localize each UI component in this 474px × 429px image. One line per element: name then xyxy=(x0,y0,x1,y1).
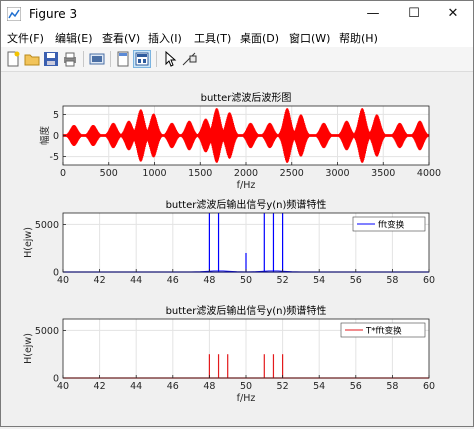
chart-1: 0 500 1000 1500 2000 2500 3000 3500 4000-505butt… xyxy=(39,91,441,191)
x-tick-label: 60 xyxy=(423,275,435,286)
x-tick-label: 500 xyxy=(100,168,118,179)
menu-bar: 文件(F) 编辑(E) 查看(V) 插入(I) 工具(T) 桌面(D) 窗口(W… xyxy=(1,27,473,47)
title-bar[interactable]: Figure 3 — ☐ ✕ xyxy=(1,1,473,27)
menu-desktop[interactable]: 桌面(D) xyxy=(240,30,279,46)
figure-window: Figure 3 — ☐ ✕ 文件(F) 编辑(E) 查看(V) 插入(I) 工… xyxy=(0,0,474,427)
y-tick-label: 5000 xyxy=(35,220,59,231)
menu-view[interactable]: 查看(V) xyxy=(102,30,140,46)
x-tick-label: 58 xyxy=(386,381,398,392)
matlab-figure-icon xyxy=(7,7,21,21)
minimize-button[interactable]: — xyxy=(353,1,393,27)
x-tick-label: 54 xyxy=(313,275,325,286)
y-tick-label: 5 xyxy=(53,110,59,121)
dock-icon[interactable] xyxy=(114,50,132,68)
x-tick-label: 48 xyxy=(203,275,215,286)
x-tick-label: 3000 xyxy=(325,168,349,179)
x-tick-label: 60 xyxy=(423,381,435,392)
y-axis-label: H(ejw) xyxy=(23,333,34,364)
x-tick-label: 4000 xyxy=(417,168,441,179)
y-axis-label: H(ejw) xyxy=(23,227,34,258)
plots-svg: 0 500 1000 1500 2000 2500 3000 3500 4000-505butt… xyxy=(23,91,441,404)
toolbar xyxy=(1,47,473,72)
x-tick-label: 46 xyxy=(167,275,179,286)
menu-edit[interactable]: 编辑(E) xyxy=(55,30,93,46)
x-tick-label: 44 xyxy=(130,275,142,286)
x-tick-label: 52 xyxy=(277,275,289,286)
save-icon[interactable] xyxy=(42,50,60,68)
menu-insert[interactable]: 插入(I) xyxy=(148,30,182,46)
x-tick-label: 0 xyxy=(60,168,66,179)
x-tick-label: 52 xyxy=(277,381,289,392)
figure-canvas: 0 500 1000 1500 2000 2500 3000 3500 4000 -5 0 5 butt… xyxy=(1,72,473,426)
x-axis-label: f/Hz xyxy=(237,180,256,191)
x-tick-label: 54 xyxy=(313,381,325,392)
x-tick-label: 2000 xyxy=(234,168,258,179)
x-tick-label: 1500 xyxy=(188,168,212,179)
data-cursor-icon[interactable] xyxy=(180,50,198,68)
chart-title: butter滤波后输出信号y(n)频谱特性 xyxy=(166,304,327,317)
link-icon[interactable] xyxy=(88,50,106,68)
toolbar-separator xyxy=(83,51,84,67)
x-tick-label: 42 xyxy=(94,275,106,286)
legend: fft变换 xyxy=(352,216,426,232)
x-tick-label: 44 xyxy=(130,381,142,392)
x-tick-label: 46 xyxy=(167,381,179,392)
x-tick-label: 50 xyxy=(240,275,252,286)
x-tick-label: 48 xyxy=(203,381,215,392)
chart-title: butter滤波后输出信号y(n)频谱特性 xyxy=(166,198,327,211)
open-file-icon[interactable] xyxy=(23,50,41,68)
legend-label: T*fft变换 xyxy=(365,326,402,337)
chart-title: butter滤波后波形图 xyxy=(201,91,292,104)
menu-tools[interactable]: 工具(T) xyxy=(194,30,231,46)
y-tick-label: 0 xyxy=(53,374,59,385)
x-tick-label: 56 xyxy=(350,275,362,286)
x-tick-label: 1000 xyxy=(142,168,166,179)
toolbar-separator xyxy=(156,51,157,67)
x-tick-label: 42 xyxy=(94,381,106,392)
y-tick-label: 5000 xyxy=(35,326,59,337)
legend-label: fft变换 xyxy=(378,220,405,231)
pointer-icon[interactable] xyxy=(161,50,179,68)
menu-window[interactable]: 窗口(W) xyxy=(289,30,330,46)
property-editor-icon xyxy=(135,52,149,66)
toolbar-separator xyxy=(110,51,111,67)
close-button[interactable]: ✕ xyxy=(433,1,473,27)
chart-3: T*fft变换40 42 44 46 48 50 52 54 56 58 6005000butter… xyxy=(23,304,435,404)
new-figure-icon[interactable] xyxy=(4,50,22,68)
y-tick-label: 0 xyxy=(53,131,59,142)
y-axis-label: 幅度 xyxy=(39,126,51,146)
y-tick-label: 0 xyxy=(53,268,59,279)
chart-2: fft变换40 42 44 46 48 50 52 54 56 58 6005000butter滤波… xyxy=(23,198,435,286)
x-tick-label: 2500 xyxy=(280,168,304,179)
window-title: Figure 3 xyxy=(29,7,78,21)
print-icon[interactable] xyxy=(61,50,79,68)
x-tick-label: 56 xyxy=(350,381,362,392)
property-editor-button[interactable] xyxy=(133,50,151,68)
y-tick-label: -5 xyxy=(50,152,59,163)
menu-file[interactable]: 文件(F) xyxy=(7,30,44,46)
x-axis-label: f/Hz xyxy=(237,393,256,404)
maximize-button[interactable]: ☐ xyxy=(394,1,434,27)
menu-help[interactable]: 帮助(H) xyxy=(339,30,378,46)
x-tick-label: 58 xyxy=(386,275,398,286)
legend: T*fft变换 xyxy=(340,322,426,338)
x-tick-label: 50 xyxy=(240,381,252,392)
x-tick-label: 3500 xyxy=(371,168,395,179)
